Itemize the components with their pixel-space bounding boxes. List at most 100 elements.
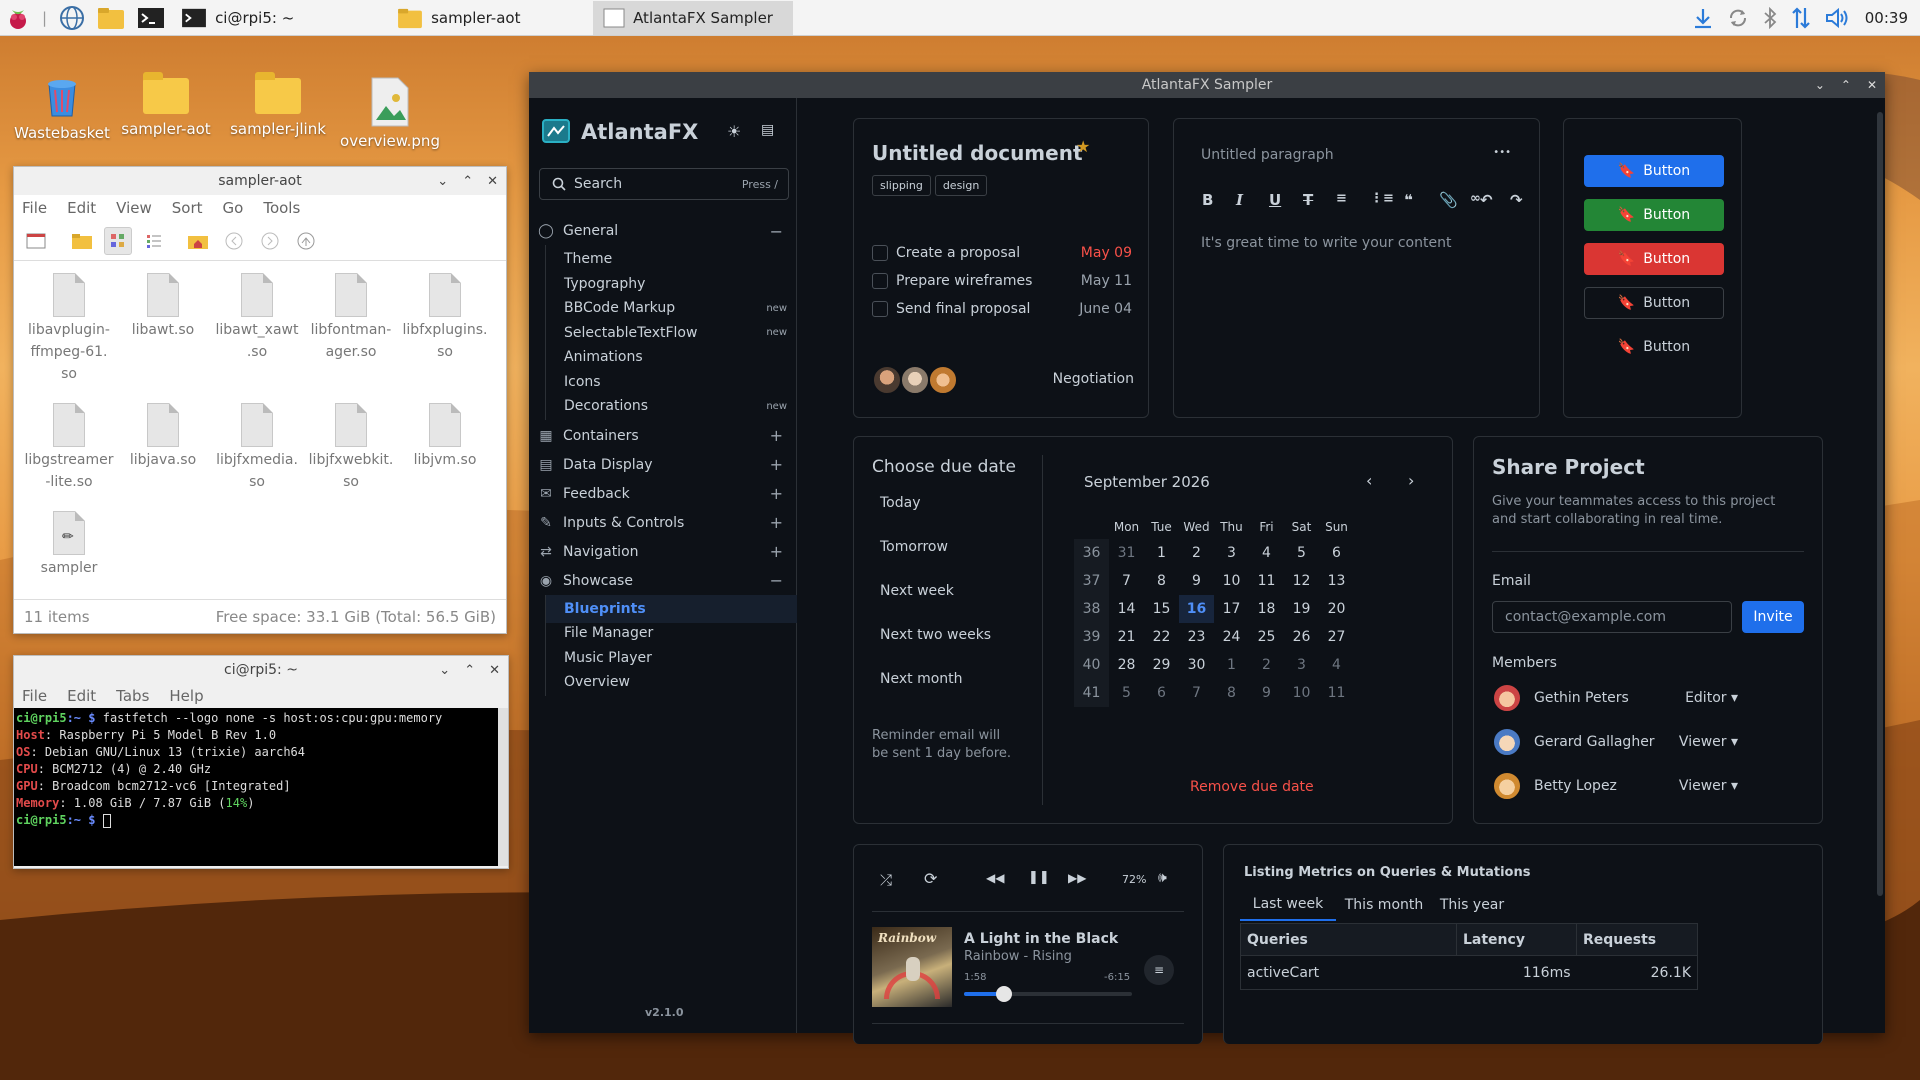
desktop-icon-sampler-aot[interactable]: sampler-aot [108,72,224,138]
terminal-launcher-icon[interactable] [131,0,171,36]
seek-thumb[interactable] [996,986,1013,1002]
column-header[interactable]: Latency [1456,923,1577,956]
calendar-day[interactable]: 10 [1284,679,1319,707]
terminal-output[interactable]: ci@rpi5:~ $ fastfetch --logo none -s hos… [14,708,508,866]
calendar-day[interactable]: 11 [1249,567,1284,595]
calendar-day[interactable]: 16 [1179,595,1214,623]
menu-tools[interactable]: Tools [263,199,300,217]
nav-section-showcase[interactable]: ◉ Showcase − [537,566,789,596]
role-dropdown[interactable]: Editor ▾ [1685,690,1738,706]
desktop-icon-overview-png[interactable]: overview.png [332,76,448,150]
calendar-day[interactable]: 9 [1179,567,1214,595]
expand-icon[interactable]: + [770,513,783,532]
clock[interactable]: 00:39 [1865,9,1908,27]
file-item[interactable]: libawt_xawt .so [210,267,304,391]
column-header[interactable]: Queries [1240,923,1457,956]
calendar-day[interactable]: 21 [1109,623,1144,651]
desktop-icon-wastebasket[interactable]: Wastebasket [4,74,120,142]
fast-forward-icon[interactable]: ▶▶ [1068,871,1086,885]
calendar-day[interactable]: 18 [1249,595,1284,623]
volume-icon[interactable]: 🕪 [1158,870,1167,886]
calendar-day[interactable]: 2 [1249,651,1284,679]
calendar-day[interactable]: 24 [1214,623,1249,651]
table-row[interactable]: activeCart 116ms 26.1K [1240,955,1698,990]
raspberry-menu-icon[interactable] [0,0,36,36]
todo-item[interactable]: Create a proposal May 09 [872,245,1132,261]
playlist-icon[interactable]: ≡ [1144,955,1174,985]
nav-section-inputs[interactable]: ✎ Inputs & Controls + [537,508,789,538]
tab-this-month[interactable]: This month [1336,889,1432,921]
due-option-next-month[interactable]: Next month [880,671,963,687]
task-terminal[interactable]: ci@rpi5: ~ [171,1,371,35]
window-titlebar[interactable]: AtlantaFX Sampler ⌄ ⌃ ✕ [529,72,1885,98]
nav-section-general[interactable]: ◯ General − [537,216,789,246]
file-item[interactable]: libfxplugins. so [398,267,492,391]
calendar-day[interactable]: 1 [1214,651,1249,679]
calendar-day[interactable]: 3 [1284,651,1319,679]
expand-icon[interactable]: + [770,484,783,503]
collapse-icon[interactable]: − [770,571,783,590]
bluetooth-icon[interactable] [1763,7,1777,29]
calendar-day[interactable]: 17 [1214,595,1249,623]
task-file-manager[interactable]: sampler-aot [387,1,587,35]
seek-slider[interactable] [964,986,1132,1002]
nav-section-containers[interactable]: ▦ Containers + [537,421,789,451]
editor-body[interactable]: It's great time to write your content [1201,235,1451,251]
nav-section-navigation[interactable]: ⇄ Navigation + [537,537,789,567]
tag-chip[interactable]: design [934,175,988,196]
maximize-icon[interactable]: ⌃ [464,663,475,678]
file-item[interactable]: libawt.so [116,267,210,391]
due-option-next-week[interactable]: Next week [880,583,954,599]
calendar-day[interactable]: 8 [1144,567,1179,595]
calendar-day[interactable]: 11 [1319,679,1354,707]
underline-icon[interactable]: U [1269,191,1281,209]
menu-file[interactable]: File [22,687,47,705]
calendar-day[interactable]: 4 [1319,651,1354,679]
checkbox[interactable] [872,245,888,261]
avatar[interactable] [900,365,930,395]
tab-last-week[interactable]: Last week [1240,889,1336,921]
calendar-day[interactable]: 27 [1319,623,1354,651]
task-atlantafx[interactable]: AtlantaFX Sampler [593,0,794,35]
minimize-icon[interactable]: ⌄ [1815,78,1825,92]
calendar-day[interactable]: 29 [1144,651,1179,679]
menu-edit[interactable]: Edit [67,687,96,705]
calendar-day[interactable]: 9 [1249,679,1284,707]
file-item[interactable]: libjava.so [116,397,210,499]
menu-help[interactable]: Help [169,687,203,705]
calendar-day[interactable]: 3 [1214,539,1249,567]
tag-chip[interactable]: slipping [872,175,931,196]
terminal-scrollbar[interactable] [498,708,508,866]
default-button[interactable]: 🔖 Button [1584,287,1724,319]
maximize-icon[interactable]: ⌃ [462,174,473,189]
menu-view[interactable]: View [116,199,152,217]
search-input[interactable]: Search Press / [539,168,789,200]
new-folder-icon[interactable] [68,227,96,255]
up-icon[interactable] [292,227,320,255]
calendar-day[interactable]: 13 [1319,567,1354,595]
file-item[interactable]: libfontman-ager.so [304,267,398,391]
remove-due-date-link[interactable]: Remove due date [1190,779,1314,795]
menu-sort[interactable]: Sort [172,199,203,217]
calendar-day[interactable]: 22 [1144,623,1179,651]
shuffle-icon[interactable]: ⤮ [880,871,892,889]
theme-toggle-icon[interactable]: ☀ [727,122,741,141]
file-item[interactable]: libjvm.so [398,397,492,499]
calendar-day[interactable]: 2 [1179,539,1214,567]
list-view-icon[interactable] [140,227,168,255]
menu-edit[interactable]: Edit [67,199,96,217]
nav-section-data-display[interactable]: ▤ Data Display + [537,450,789,480]
file-manager-launcher-icon[interactable] [91,0,131,36]
forward-icon[interactable] [256,227,284,255]
avatar[interactable] [872,365,902,395]
role-dropdown[interactable]: Viewer ▾ [1679,778,1738,794]
quote-icon[interactable]: ❝ [1404,191,1413,209]
window-titlebar[interactable]: ci@rpi5: ~ ⌄ ⌃ ✕ [14,656,508,684]
calendar-day[interactable]: 10 [1214,567,1249,595]
calendar-day[interactable]: 30 [1179,651,1214,679]
calendar-day[interactable]: 19 [1284,595,1319,623]
close-icon[interactable]: ✕ [487,174,498,189]
calendar-day[interactable]: 15 [1144,595,1179,623]
todo-item[interactable]: Prepare wireframes May 11 [872,273,1132,289]
repeat-icon[interactable]: ⟳ [924,869,937,888]
